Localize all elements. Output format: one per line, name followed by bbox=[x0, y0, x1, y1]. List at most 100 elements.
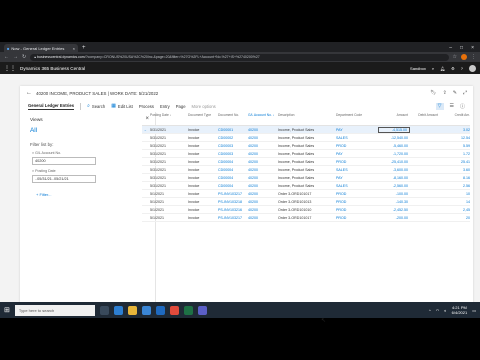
excel-icon[interactable] bbox=[183, 305, 193, 315]
department-code-cell[interactable]: PROD bbox=[336, 144, 378, 148]
document-type-cell[interactable]: Invoice bbox=[188, 176, 218, 180]
posting-date-cell[interactable]: 5/31/2021 bbox=[148, 168, 188, 172]
expand-icon[interactable]: ⤢ bbox=[463, 90, 467, 96]
description-cell[interactable]: Order 3-ORD101010 bbox=[278, 208, 336, 212]
gl-account-filter-input[interactable]: 40200 bbox=[32, 157, 96, 165]
wifi-icon[interactable]: ◠ bbox=[436, 308, 440, 313]
action-general-ledger-entries[interactable]: General Ledger Entries bbox=[28, 103, 75, 110]
windows-start-icon[interactable]: ⊞ bbox=[4, 306, 10, 314]
table-row[interactable]: 5/1/2021 Invoice PS-INV103217 40200 Order 3-… bbox=[142, 190, 470, 198]
credit-amount-cell[interactable]: 5.59 bbox=[440, 144, 470, 148]
back-arrow-icon[interactable]: ← bbox=[26, 90, 32, 96]
profile-avatar[interactable] bbox=[461, 54, 467, 60]
credit-amount-cell[interactable]: 2,45 bbox=[440, 208, 470, 212]
bell-icon[interactable]: 🔔︎ bbox=[440, 66, 445, 71]
minimize-icon[interactable]: – bbox=[449, 44, 452, 52]
bookmark-icon[interactable]: 🔖︎ bbox=[430, 90, 436, 96]
document-no-cell[interactable]: CD00003 bbox=[218, 152, 248, 156]
table-row[interactable]: 5/31/2021 Invoice CD00003 40200 Income, Prod… bbox=[142, 142, 470, 150]
notification-icon[interactable]: ▭ bbox=[472, 308, 476, 313]
document-no-cell[interactable]: PS-INV103217 bbox=[218, 216, 248, 220]
posting-date-cell[interactable]: 5/31/2021 bbox=[148, 160, 188, 164]
chevron-up-icon[interactable]: ^ bbox=[429, 308, 431, 313]
forward-icon[interactable]: → bbox=[13, 54, 18, 60]
description-cell[interactable]: Income, Product Sales bbox=[278, 128, 336, 132]
app-launcher-icon[interactable]: ⋮⋮ bbox=[4, 65, 16, 72]
department-code-cell[interactable]: PAY bbox=[336, 128, 378, 132]
document-no-cell[interactable]: CD00004 bbox=[218, 176, 248, 180]
document-type-cell[interactable]: Invoice bbox=[188, 128, 218, 132]
table-row[interactable]: 5/1/2021 Invoice PS-INV103216 40200 Order 3-… bbox=[142, 206, 470, 214]
table-row[interactable]: 5/1/2021 Invoice PS-INV103217 40200 Order 3-… bbox=[142, 214, 470, 222]
posting-date-cell[interactable]: 5/31/2021 bbox=[148, 128, 188, 132]
department-code-cell[interactable]: PROD bbox=[336, 208, 378, 212]
amount-cell[interactable]: -3,600.00 bbox=[378, 168, 410, 172]
document-type-cell[interactable]: Invoice bbox=[188, 136, 218, 140]
posting-date-cell[interactable]: 5/1/2021 bbox=[148, 192, 188, 196]
description-cell[interactable]: Income, Product Sales bbox=[278, 176, 336, 180]
posting-date-cell[interactable]: 5/31/2021 bbox=[148, 144, 188, 148]
gl-account-cell[interactable]: 40200 bbox=[248, 128, 278, 132]
new-tab-icon[interactable]: + bbox=[82, 44, 86, 52]
department-code-cell[interactable]: PROD bbox=[336, 200, 378, 204]
teams-icon[interactable] bbox=[197, 305, 207, 315]
amount-cell[interactable]: -2,452.50 bbox=[378, 208, 410, 212]
page-menu[interactable]: Page bbox=[176, 104, 186, 109]
list-view-icon[interactable]: ☰ bbox=[450, 103, 454, 110]
edge-icon[interactable] bbox=[113, 305, 123, 315]
credit-amount-cell[interactable]: 3.02 bbox=[440, 128, 470, 132]
department-code-cell[interactable]: SALES bbox=[336, 168, 378, 172]
gear-icon[interactable]: ⚙ bbox=[451, 66, 455, 71]
document-type-cell[interactable]: Invoice bbox=[188, 160, 218, 164]
mail-icon[interactable] bbox=[155, 305, 165, 315]
volume-icon[interactable]: 🔈︎ bbox=[444, 308, 446, 313]
process-menu[interactable]: Process bbox=[139, 104, 154, 109]
credit-amount-cell[interactable]: 3.60 bbox=[440, 168, 470, 172]
description-cell[interactable]: Income, Product Sales bbox=[278, 184, 336, 188]
amount-cell[interactable]: -5,460.00 bbox=[378, 144, 410, 148]
document-type-cell[interactable]: Invoice bbox=[188, 144, 218, 148]
column-header[interactable]: Posting Date ↓ bbox=[148, 113, 188, 117]
gl-account-cell[interactable]: 40200 bbox=[248, 176, 278, 180]
edit-icon[interactable]: ✎ bbox=[453, 90, 457, 96]
document-no-cell[interactable]: PS-INV103217 bbox=[218, 192, 248, 196]
column-header[interactable]: Credit Am. bbox=[440, 113, 470, 117]
edit-list-button[interactable]: ▦ Edit List bbox=[111, 103, 133, 109]
avatar[interactable] bbox=[469, 64, 476, 72]
gl-account-cell[interactable]: 40200 bbox=[248, 168, 278, 172]
gl-account-cell[interactable]: 40200 bbox=[248, 184, 278, 188]
description-cell[interactable]: Income, Product Sales bbox=[278, 160, 336, 164]
amount-cell[interactable]: -2,560.00 bbox=[378, 184, 410, 188]
amount-cell[interactable]: -4,515.00 bbox=[378, 126, 410, 133]
filter-field-label[interactable]: × Posting Date bbox=[26, 165, 155, 173]
clock[interactable]: 4:21 PM 6/4/2021 bbox=[452, 305, 468, 315]
document-no-cell[interactable]: CD00004 bbox=[218, 160, 248, 164]
column-header[interactable]: Amount bbox=[378, 113, 410, 117]
close-window-icon[interactable]: × bbox=[471, 44, 474, 52]
description-cell[interactable]: Order 3-ORD101017 bbox=[278, 192, 336, 196]
gl-account-cell[interactable]: 40200 bbox=[248, 192, 278, 196]
posting-date-cell[interactable]: 5/1/2021 bbox=[148, 216, 188, 220]
gl-account-cell[interactable]: 40200 bbox=[248, 144, 278, 148]
table-row[interactable]: 5/31/2021 Invoice CD00003 40200 Income, Prod… bbox=[142, 150, 470, 158]
gl-account-cell[interactable]: 40200 bbox=[248, 136, 278, 140]
file-explorer-icon[interactable] bbox=[127, 305, 137, 315]
gl-account-cell[interactable]: 40200 bbox=[248, 152, 278, 156]
document-type-cell[interactable]: Invoice bbox=[188, 184, 218, 188]
gl-account-cell[interactable]: 40200 bbox=[248, 216, 278, 220]
description-cell[interactable]: Income, Product Sales bbox=[278, 152, 336, 156]
posting-date-cell[interactable]: 5/31/2021 bbox=[148, 176, 188, 180]
document-type-cell[interactable]: Invoice bbox=[188, 216, 218, 220]
amount-cell[interactable]: -1,720.00 bbox=[378, 152, 410, 156]
column-header[interactable]: Department Code bbox=[336, 113, 378, 117]
gl-account-cell[interactable]: 40200 bbox=[248, 200, 278, 204]
filter-pane-icon[interactable]: ▽ bbox=[435, 102, 444, 110]
table-row[interactable]: 5/31/2021 Invoice CD00004 40200 Income, Prod… bbox=[142, 174, 470, 182]
column-header[interactable]: Debit Amount bbox=[410, 113, 440, 117]
description-cell[interactable]: Income, Product Sales bbox=[278, 136, 336, 140]
filter-field-label[interactable]: × G/L Account No. bbox=[26, 147, 155, 155]
posting-date-cell[interactable]: 5/31/2021 bbox=[148, 152, 188, 156]
amount-cell[interactable]: -200.00 bbox=[378, 216, 410, 220]
info-pane-icon[interactable]: ⓘ bbox=[460, 103, 465, 110]
column-header[interactable]: Document Type bbox=[188, 113, 218, 117]
